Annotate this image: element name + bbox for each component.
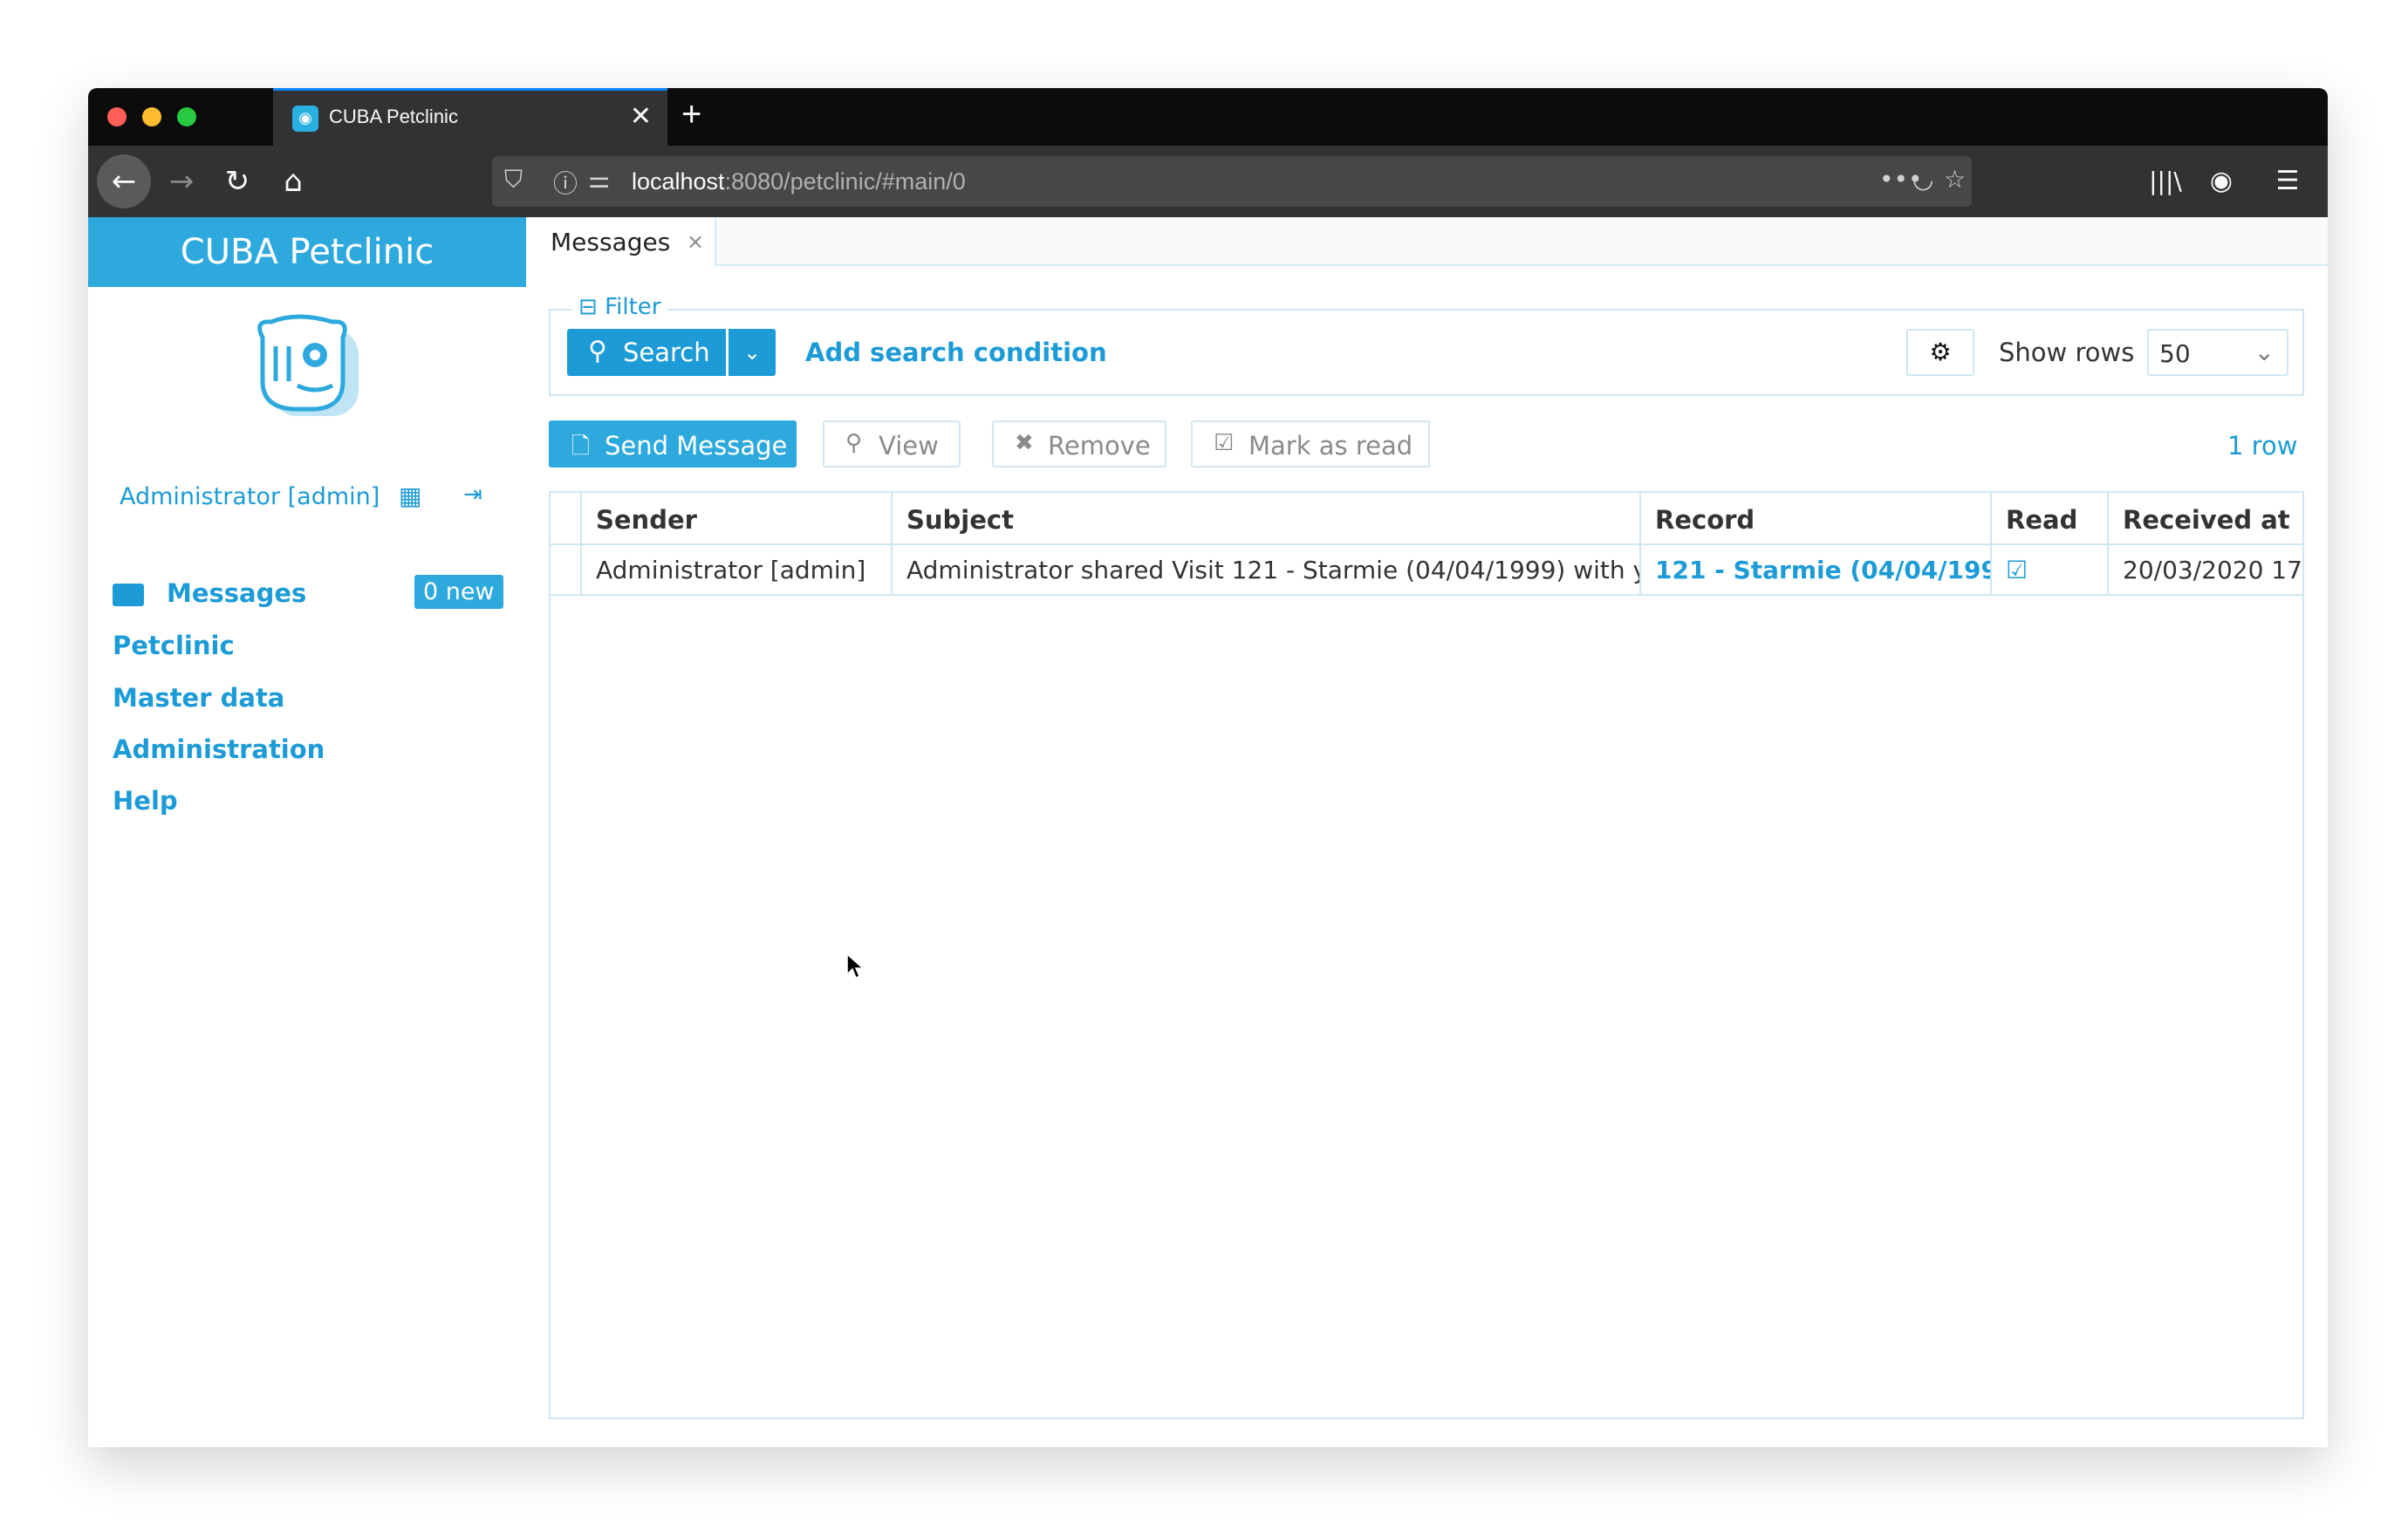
search-icon: ⚲ bbox=[845, 430, 863, 456]
tab-messages[interactable]: Messages × bbox=[526, 217, 716, 266]
pocket-icon[interactable]: ◡ bbox=[1912, 165, 1933, 194]
send-message-button[interactable]: 🗋 Send Message bbox=[549, 420, 797, 468]
search-button[interactable]: ⚲ Search bbox=[567, 329, 726, 376]
cell-subject[interactable]: Administrator shared Visit 121 - Starmie… bbox=[893, 545, 1641, 596]
app-area: CUBA Petclinic Administrator [admin] ▦ ⇥… bbox=[88, 217, 2328, 1447]
read-checkbox-icon: ☑ bbox=[1992, 545, 2109, 596]
logout-icon[interactable]: ⇥ bbox=[463, 482, 482, 508]
search-icon: ⚲ bbox=[588, 336, 607, 366]
navigation-bar: ← → ↻ ⌂ ⛉ ⓘ ⚌ localhost:8080/petclinic/#… bbox=[88, 146, 2328, 217]
app-title: CUBA Petclinic bbox=[88, 217, 526, 287]
chevron-down-icon: ⌄ bbox=[2254, 338, 2275, 366]
url-text[interactable]: localhost:8080/petclinic/#main/0 bbox=[632, 168, 966, 195]
account-icon[interactable]: ◉ bbox=[2198, 158, 2245, 205]
reload-icon[interactable]: ↻ bbox=[214, 158, 261, 205]
info-icon[interactable]: ⓘ bbox=[553, 165, 578, 200]
collapse-icon: ⊟ bbox=[578, 294, 598, 320]
menu-item-administration[interactable]: Administration bbox=[113, 734, 325, 764]
home-icon[interactable]: ⌂ bbox=[270, 158, 317, 205]
remove-button[interactable]: ✖ Remove bbox=[992, 420, 1166, 468]
close-screen-tab-icon[interactable]: × bbox=[687, 229, 704, 254]
back-icon[interactable]: ← bbox=[97, 154, 151, 208]
show-rows-select[interactable]: 50 ⌄ bbox=[2147, 329, 2288, 376]
search-dropdown-button[interactable]: ⌄ bbox=[729, 329, 776, 376]
menu-icon[interactable]: ☰ bbox=[2264, 158, 2311, 205]
filter-settings-button[interactable]: ⚙ bbox=[1906, 329, 1974, 376]
mark-as-read-button[interactable]: ☑ Mark as read bbox=[1191, 420, 1430, 468]
remove-icon: ✖ bbox=[1015, 430, 1034, 456]
column-header-subject[interactable]: Subject bbox=[893, 493, 1641, 545]
column-header-received-at[interactable]: Received at bbox=[2109, 493, 2304, 545]
messages-badge: 0 new bbox=[414, 575, 503, 609]
search-button-label: Search bbox=[623, 338, 710, 367]
apps-grid-icon[interactable]: ▦ bbox=[399, 482, 421, 510]
menu-item-help[interactable]: Help bbox=[113, 786, 178, 816]
sidebar: CUBA Petclinic Administrator [admin] ▦ ⇥… bbox=[88, 217, 526, 1447]
browser-tab-title: CUBA Petclinic bbox=[329, 106, 458, 127]
envelope-icon bbox=[113, 584, 144, 606]
row-count-link[interactable]: 1 row bbox=[2227, 431, 2297, 461]
shield-icon[interactable]: ⛉ bbox=[504, 165, 523, 195]
maximize-window-icon[interactable] bbox=[177, 107, 196, 126]
new-tab-icon[interactable]: + bbox=[681, 95, 701, 134]
filter-toggle[interactable]: ⊟ Filter bbox=[571, 294, 668, 320]
show-rows-label: Show rows bbox=[1999, 338, 2135, 367]
url-bar[interactable]: ⛉ ⓘ ⚌ localhost:8080/petclinic/#main/0 •… bbox=[492, 156, 1972, 207]
menu-item-messages[interactable]: Messages bbox=[167, 578, 306, 608]
cell-sender[interactable]: Administrator [admin] bbox=[582, 545, 893, 596]
show-rows-value: 50 bbox=[2159, 339, 2191, 368]
mouse-cursor-icon bbox=[846, 953, 864, 980]
favicon-icon: ◉ bbox=[292, 106, 318, 132]
menu-item-petclinic[interactable]: Petclinic bbox=[113, 631, 235, 660]
column-header-sender[interactable]: Sender bbox=[582, 493, 893, 545]
view-button[interactable]: ⚲ View bbox=[823, 420, 961, 468]
checkbox-icon: ☑ bbox=[1214, 430, 1235, 456]
cell-received-at[interactable]: 20/03/2020 17:51 bbox=[2109, 545, 2304, 596]
chevron-down-icon: ⌄ bbox=[742, 340, 762, 365]
new-document-icon: 🗋 bbox=[571, 434, 590, 460]
screen-tabs: Messages × bbox=[526, 217, 2328, 266]
table-header-selector[interactable] bbox=[551, 493, 582, 545]
view-label: View bbox=[879, 431, 939, 461]
petclinic-logo-icon bbox=[257, 314, 359, 416]
forward-icon[interactable]: → bbox=[158, 158, 205, 205]
permissions-icon[interactable]: ⚌ bbox=[588, 165, 610, 194]
tab-messages-label: Messages bbox=[551, 228, 671, 256]
minimize-window-icon[interactable] bbox=[142, 107, 161, 126]
cell-record-link[interactable]: 121 - Starmie (04/04/1999) bbox=[1641, 545, 1992, 596]
add-search-condition-link[interactable]: Add search condition bbox=[805, 338, 1107, 367]
column-header-read[interactable]: Read bbox=[1992, 493, 2109, 545]
gear-icon: ⚙ bbox=[1929, 338, 1952, 366]
browser-window: ◉ CUBA Petclinic ✕ + ← → ↻ ⌂ ⛉ ⓘ ⚌ local… bbox=[88, 88, 2328, 1447]
library-icon[interactable]: |||\ bbox=[2142, 158, 2189, 205]
mark-as-read-label: Mark as read bbox=[1248, 431, 1413, 461]
row-selector[interactable] bbox=[551, 545, 582, 596]
close-window-icon[interactable] bbox=[107, 107, 127, 126]
star-icon[interactable]: ☆ bbox=[1944, 165, 1966, 194]
user-name-link[interactable]: Administrator [admin] bbox=[120, 483, 380, 510]
close-tab-icon[interactable]: ✕ bbox=[630, 101, 652, 132]
browser-tab[interactable]: ◉ CUBA Petclinic ✕ bbox=[273, 88, 667, 146]
send-message-label: Send Message bbox=[605, 431, 788, 461]
menu-item-master-data[interactable]: Master data bbox=[113, 683, 284, 713]
title-bar: ◉ CUBA Petclinic ✕ + bbox=[88, 88, 2328, 146]
messages-table: Sender Subject Record Read Received at A… bbox=[549, 491, 2304, 1419]
filter-label: Filter bbox=[605, 294, 661, 320]
column-header-record[interactable]: Record bbox=[1641, 493, 1992, 545]
remove-label: Remove bbox=[1048, 431, 1151, 461]
